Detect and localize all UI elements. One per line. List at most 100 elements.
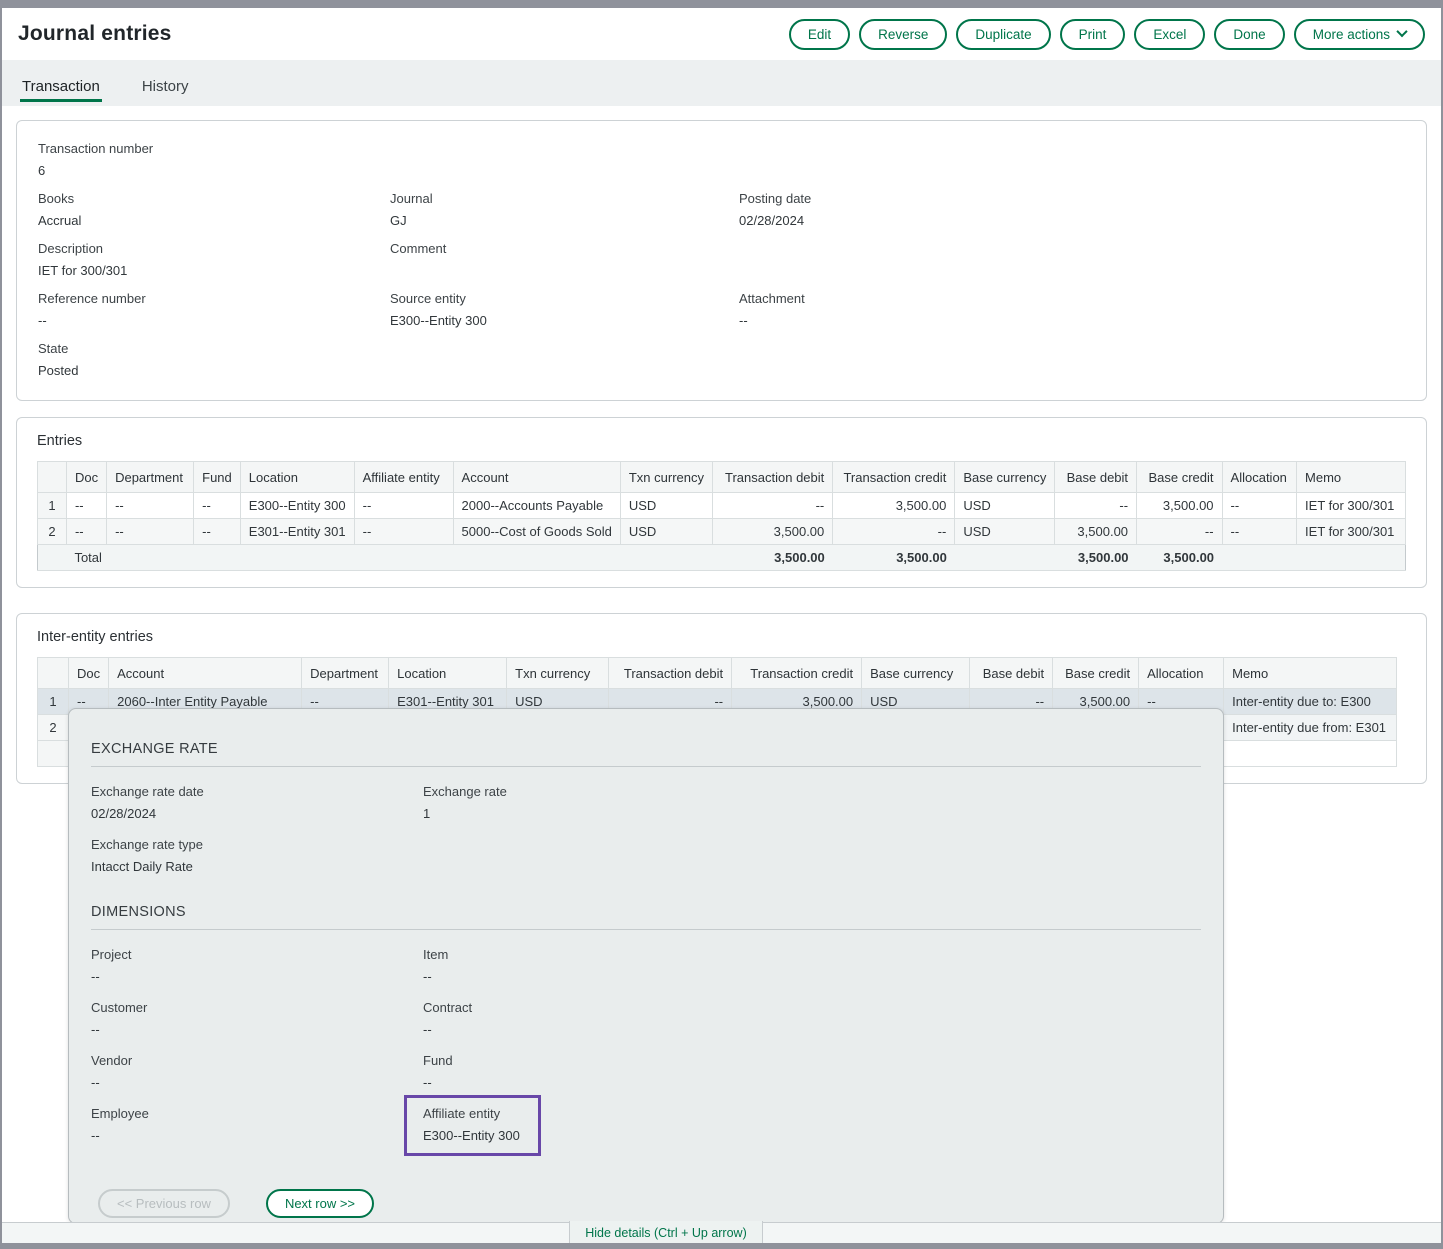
attachment-label: Attachment — [739, 291, 1406, 306]
transaction-info-card: Transaction number 6 Books Accrual Journ… — [16, 120, 1427, 401]
hide-details-tab[interactable]: Hide details (Ctrl + Up arrow) — [569, 1221, 763, 1244]
posting-date-label: Posting date — [739, 191, 1406, 206]
journal-label: Journal — [390, 191, 739, 206]
reverse-button[interactable]: Reverse — [859, 19, 947, 50]
action-toolbar: Edit Reverse Duplicate Print Excel Done … — [789, 19, 1425, 50]
exchange-rate-label: Exchange rate — [423, 784, 1201, 799]
edit-button[interactable]: Edit — [789, 19, 850, 50]
contract-field: Contract -- — [423, 1000, 1201, 1040]
books-field: Books Accrual — [38, 191, 390, 228]
journal-value: GJ — [390, 213, 739, 228]
col-base-currency: Base currency — [862, 658, 970, 689]
fund-field: Fund -- — [423, 1053, 1201, 1093]
employee-label: Employee — [91, 1106, 423, 1121]
col-fund: Fund — [194, 462, 241, 493]
table-row[interactable]: 1 -- -- -- E300--Entity 300 -- 2000--Acc… — [38, 493, 1406, 519]
source-entity-label: Source entity — [390, 291, 739, 306]
divider — [91, 929, 1201, 930]
col-memo: Memo — [1297, 462, 1406, 493]
comment-value — [390, 263, 739, 278]
entries-total-transaction-credit: 3,500.00 — [833, 545, 955, 571]
print-button[interactable]: Print — [1060, 19, 1126, 50]
more-actions-button[interactable]: More actions — [1294, 19, 1425, 50]
transaction-number-label: Transaction number — [38, 141, 390, 156]
col-account: Account — [453, 462, 620, 493]
details-bottom-bar: Hide details (Ctrl + Up arrow) — [2, 1222, 1441, 1243]
col-department: Department — [302, 658, 389, 689]
inter-entity-title: Inter-entity entries — [37, 629, 1406, 645]
comment-label: Comment — [390, 241, 739, 256]
divider — [91, 766, 1201, 767]
duplicate-button[interactable]: Duplicate — [956, 19, 1050, 50]
source-entity-field: Source entity E300--Entity 300 — [390, 291, 739, 328]
affiliate-entity-highlight-box: Affiliate entity E300--Entity 300 — [404, 1095, 541, 1156]
tab-transaction[interactable]: Transaction — [20, 68, 102, 106]
posting-date-field: Posting date 02/28/2024 — [739, 191, 1406, 228]
customer-label: Customer — [91, 1000, 423, 1015]
col-account: Account — [109, 658, 302, 689]
reference-number-value: -- — [38, 313, 390, 328]
col-memo: Memo — [1224, 658, 1397, 689]
comment-field: Comment — [390, 241, 739, 278]
entries-table: Doc Department Fund Location Affiliate e… — [37, 461, 1406, 571]
col-base-debit: Base debit — [970, 658, 1053, 689]
contract-value: -- — [423, 1022, 1201, 1037]
description-value: IET for 300/301 — [38, 263, 390, 278]
vendor-field: Vendor -- — [91, 1053, 423, 1093]
table-row[interactable]: 2 -- -- -- E301--Entity 301 -- 5000--Cos… — [38, 519, 1406, 545]
col-base-currency: Base currency — [955, 462, 1055, 493]
dimensions-heading: DIMENSIONS — [91, 904, 1201, 920]
project-label: Project — [91, 947, 423, 962]
employee-value: -- — [91, 1128, 423, 1143]
previous-row-button[interactable]: << Previous row — [98, 1189, 230, 1218]
posting-date-value: 02/28/2024 — [739, 213, 1406, 228]
excel-button[interactable]: Excel — [1134, 19, 1205, 50]
journal-field: Journal GJ — [390, 191, 739, 228]
col-affiliate-entity: Affiliate entity — [354, 462, 453, 493]
col-transaction-debit: Transaction debit — [609, 658, 732, 689]
entries-total-label: Total — [66, 545, 712, 571]
entries-card: Entries Doc Department Fund Location Aff… — [16, 417, 1427, 588]
entries-title: Entries — [37, 433, 1406, 449]
attachment-field: Attachment -- — [739, 291, 1406, 328]
entries-total-transaction-debit: 3,500.00 — [713, 545, 833, 571]
col-txn-currency: Txn currency — [507, 658, 609, 689]
reference-number-field: Reference number -- — [38, 291, 390, 328]
done-button[interactable]: Done — [1214, 19, 1284, 50]
entries-total-base-debit: 3,500.00 — [1055, 545, 1137, 571]
page-header: Journal entries Edit Reverse Duplicate P… — [2, 8, 1441, 60]
more-actions-label: More actions — [1313, 27, 1390, 42]
inter-entity-header-row: Doc Account Department Location Txn curr… — [38, 658, 1397, 689]
affiliate-entity-field: Affiliate entity E300--Entity 300 — [423, 1106, 1201, 1156]
exchange-rate-heading: EXCHANGE RATE — [91, 741, 1201, 757]
state-value: Posted — [38, 363, 390, 378]
project-value: -- — [91, 969, 423, 984]
affiliate-entity-value: E300--Entity 300 — [423, 1128, 520, 1143]
col-base-debit: Base debit — [1055, 462, 1137, 493]
exchange-rate-date-field: Exchange rate date 02/28/2024 — [91, 784, 423, 824]
exchange-rate-date-label: Exchange rate date — [91, 784, 423, 799]
page-title: Journal entries — [18, 22, 172, 46]
tab-history[interactable]: History — [140, 68, 191, 106]
next-row-button[interactable]: Next row >> — [266, 1189, 374, 1218]
col-base-credit: Base credit — [1053, 658, 1139, 689]
col-location: Location — [389, 658, 507, 689]
col-department: Department — [107, 462, 194, 493]
affiliate-entity-label: Affiliate entity — [423, 1106, 520, 1121]
tab-bar: Transaction History — [2, 60, 1441, 106]
attachment-value: -- — [739, 313, 1406, 328]
customer-value: -- — [91, 1022, 423, 1037]
col-transaction-debit: Transaction debit — [713, 462, 833, 493]
col-rownum — [38, 462, 67, 493]
item-label: Item — [423, 947, 1201, 962]
transaction-number-value: 6 — [38, 163, 390, 178]
item-value: -- — [423, 969, 1201, 984]
books-value: Accrual — [38, 213, 390, 228]
customer-field: Customer -- — [91, 1000, 423, 1040]
description-label: Description — [38, 241, 390, 256]
col-transaction-credit: Transaction credit — [833, 462, 955, 493]
row-detail-panel: EXCHANGE RATE Exchange rate date 02/28/2… — [68, 708, 1224, 1224]
exchange-rate-type-label: Exchange rate type — [91, 837, 423, 852]
reference-number-label: Reference number — [38, 291, 390, 306]
entries-header-row: Doc Department Fund Location Affiliate e… — [38, 462, 1406, 493]
